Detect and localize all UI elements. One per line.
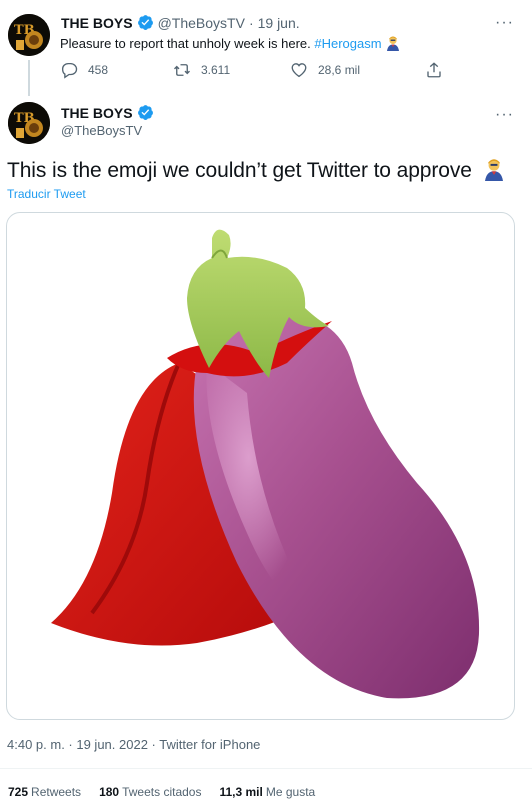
likes-stat[interactable]: 11,3 mil Me gusta — [219, 785, 315, 799]
thread-line — [28, 60, 30, 96]
reply-author-row: THE BOYS @TheBoysTV · 19 jun. — [61, 14, 300, 31]
share-button[interactable] — [425, 61, 443, 79]
quotes-stat-label: Tweets citados — [122, 785, 202, 799]
retweet-button[interactable]: 3.611 — [173, 61, 230, 79]
tweet-date[interactable]: 19 jun. — [258, 15, 300, 31]
retweets-stat-count: 725 — [8, 785, 29, 799]
author-handle[interactable]: @TheBoysTV — [158, 15, 245, 31]
quotes-stat[interactable]: 180 Tweets citados — [99, 785, 201, 799]
tweet-text: This is the emoji we couldn’t get Twitte… — [7, 157, 506, 187]
avatar-logo-icon: TB — [8, 14, 50, 56]
tweet-media-image[interactable] — [6, 212, 515, 720]
likes-stat-label: Me gusta — [265, 785, 316, 799]
reply-count: 458 — [88, 63, 109, 77]
divider — [0, 768, 532, 769]
retweet-count: 3.611 — [201, 63, 231, 77]
like-icon — [291, 63, 307, 78]
retweet-icon — [174, 64, 190, 76]
author-handle[interactable]: @TheBoysTV — [61, 123, 142, 138]
separator-dot: · — [248, 14, 254, 31]
more-options-icon[interactable]: ··· — [495, 15, 514, 31]
author-name[interactable]: THE BOYS — [61, 15, 133, 31]
like-button[interactable]: 28,6 mil — [290, 61, 360, 79]
reply-tweet-text: Pleasure to report that unholy week is h… — [60, 35, 401, 54]
tweet-stats: 725 Retweets 180 Tweets citados 11,3 mil Me… — [8, 785, 315, 799]
tweet-actions: 458 3.611 28,6 mil — [60, 61, 450, 83]
verified-badge-icon — [137, 104, 154, 121]
avatar-logo-icon: TB — [8, 102, 50, 144]
eggplant-superhero-image — [51, 229, 480, 699]
tweet-text: Pleasure to report that unholy week is h… — [60, 36, 315, 51]
reply-button[interactable]: 458 — [60, 61, 108, 79]
more-options-icon[interactable]: ··· — [495, 107, 514, 123]
tweet-timestamp[interactable]: 4:40 p. m. · 19 jun. 2022 · Twitter for … — [7, 737, 260, 752]
superhero-emoji-icon — [482, 157, 506, 187]
share-icon — [427, 62, 441, 78]
quotes-stat-count: 180 — [99, 785, 120, 799]
retweets-stat[interactable]: 725 Retweets — [8, 785, 81, 799]
like-count: 28,6 mil — [318, 63, 361, 77]
avatar[interactable]: TB — [8, 14, 50, 56]
author-name[interactable]: THE BOYS — [61, 105, 133, 121]
likes-stat-count: 11,3 mil — [219, 785, 263, 799]
avatar[interactable]: TB — [8, 102, 50, 144]
verified-badge-icon — [137, 14, 154, 31]
superhero-emoji-icon — [385, 35, 401, 54]
translate-link[interactable]: Traducir Tweet — [7, 187, 86, 201]
hashtag-link[interactable]: #Herogasm — [314, 36, 381, 51]
retweets-stat-label: Retweets — [31, 785, 82, 799]
main-author-row: THE BOYS — [61, 104, 154, 121]
reply-icon — [61, 62, 78, 79]
tweet-body: This is the emoji we couldn’t get Twitte… — [7, 159, 472, 182]
